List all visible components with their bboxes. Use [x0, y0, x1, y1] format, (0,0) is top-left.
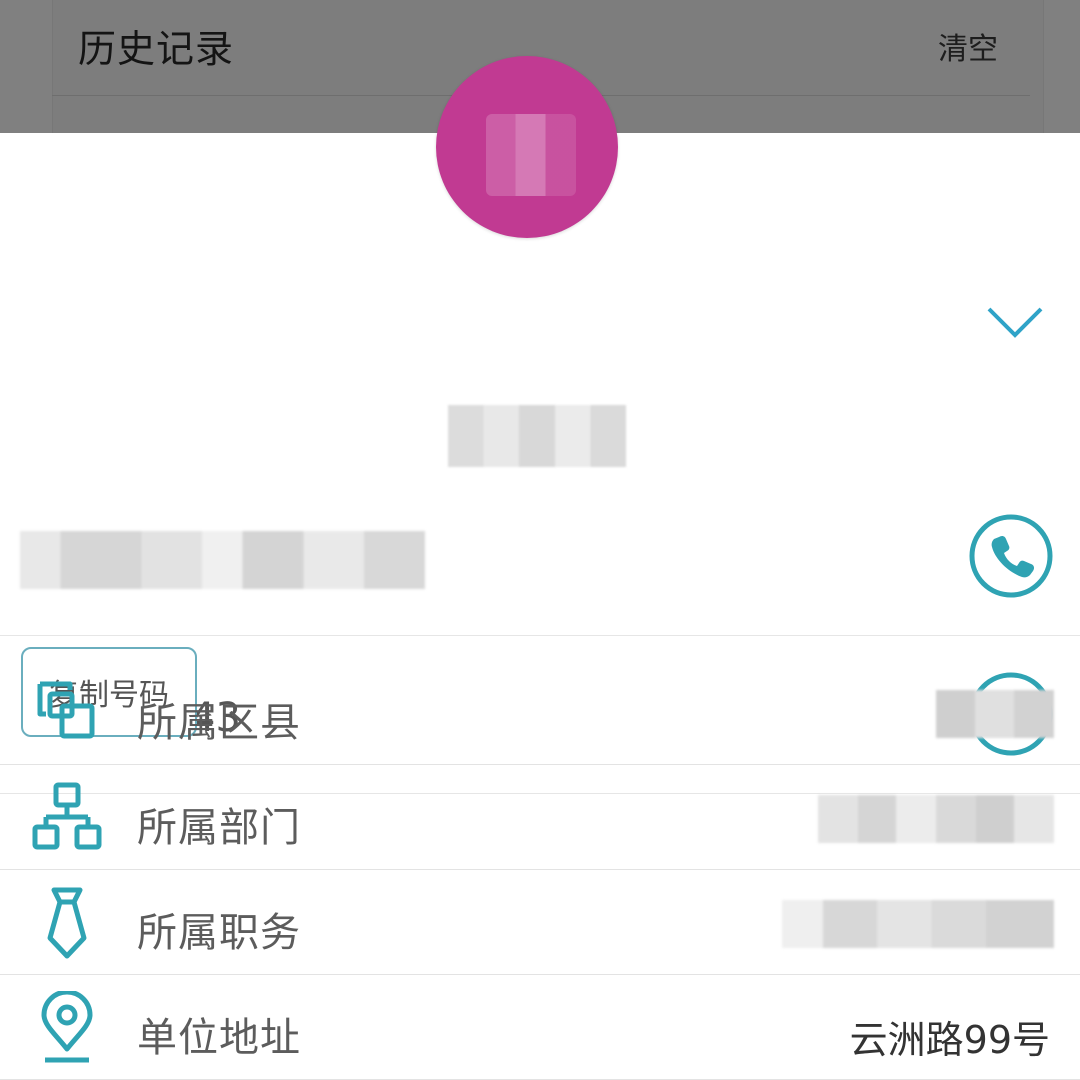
contact-sheet: 43 复制号码 所属区县 所属部门 所属职务 单位地址 云洲路99号 [0, 133, 1080, 1080]
address-label: 单位地址 [137, 1015, 301, 1061]
org-chart-icon [32, 782, 102, 850]
contact-name-redacted [448, 405, 626, 467]
location-pin-icon [41, 991, 93, 1063]
department-value-redacted [818, 795, 1054, 843]
address-value: 云洲路99号 [849, 1018, 1050, 1062]
address-row: 单位地址 云洲路99号 [0, 975, 1080, 1080]
department-label: 所属部门 [137, 805, 301, 851]
chevron-down-icon [987, 307, 1043, 338]
district-row: 所属区县 [0, 660, 1080, 765]
phone-icon [969, 514, 1053, 598]
clear-history-button[interactable]: 清空 [938, 24, 998, 68]
collapse-button[interactable] [984, 301, 1046, 341]
district-value-redacted [936, 690, 1054, 738]
district-label: 所属区县 [137, 700, 301, 746]
copy-squares-icon [37, 681, 95, 739]
call-button[interactable] [968, 513, 1054, 599]
phone-number-redacted [20, 531, 425, 589]
avatar-image-redacted [486, 114, 576, 196]
avatar [436, 56, 618, 238]
position-label: 所属职务 [137, 910, 301, 956]
department-row: 所属部门 [0, 765, 1080, 870]
history-title: 历史记录 [78, 27, 235, 71]
position-value-redacted [782, 900, 1054, 948]
tie-icon [47, 887, 87, 959]
position-row: 所属职务 [0, 870, 1080, 975]
phone-row [0, 477, 1080, 636]
